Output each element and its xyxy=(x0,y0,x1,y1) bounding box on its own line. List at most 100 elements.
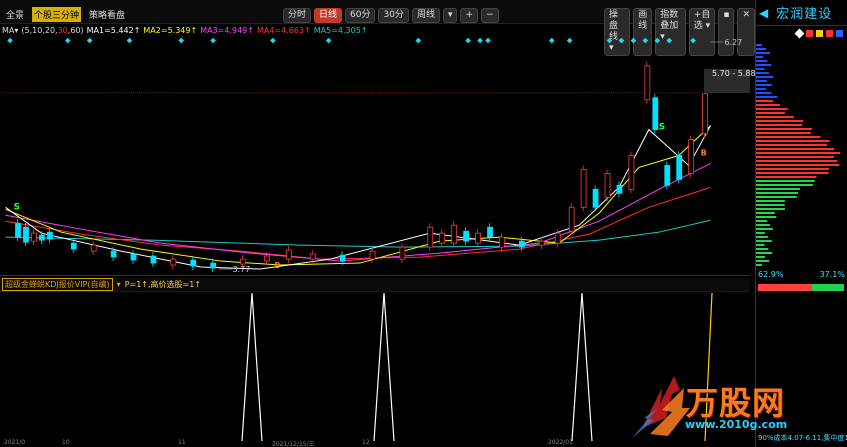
chip-bar xyxy=(756,232,765,234)
period-intraday-button[interactable]: 分时 xyxy=(283,8,312,23)
loss-bar-green xyxy=(812,284,844,291)
period-30min-button[interactable]: 30分 xyxy=(378,8,409,23)
chip-bar xyxy=(756,44,763,46)
sell-signal-right: S xyxy=(659,123,665,133)
ma-params-prefix: (5,10,20, xyxy=(21,26,58,35)
candle-body xyxy=(150,255,157,264)
indicator-values: P=1↑,高价选股=1↑ xyxy=(124,280,202,289)
pencil-icon[interactable] xyxy=(794,28,805,39)
chip-bar xyxy=(756,80,767,82)
tab-overview[interactable]: 全景 xyxy=(4,7,26,22)
chip-bar xyxy=(756,184,813,186)
chip-bar xyxy=(756,48,767,50)
candle-body xyxy=(339,254,346,262)
tab-three-minute[interactable]: 个股三分钟 xyxy=(32,7,82,22)
candle-body xyxy=(592,188,599,208)
chip-bar xyxy=(756,212,775,214)
sell-signal-left: S xyxy=(14,202,20,212)
stock-name: 宏润建设 xyxy=(776,7,833,22)
candle-body xyxy=(499,236,505,248)
chip-bar xyxy=(756,128,812,130)
signal-diamond xyxy=(86,38,93,44)
candle-body xyxy=(15,222,21,238)
red-flag-icon[interactable] xyxy=(806,30,813,37)
candle-body xyxy=(652,97,659,131)
period-daily-button[interactable]: 日线 xyxy=(314,8,343,23)
chip-bar xyxy=(756,96,778,98)
date-axis: 2021/0 10 11 2021/12/15/三 12 2022/01 xyxy=(0,439,750,447)
signal-diamond xyxy=(126,38,133,44)
period-60min-button[interactable]: 60分 xyxy=(345,8,376,23)
indicator-header: 超级金蝉蜕KDJ报价VIP(自编) ▾ P=1↑,高价选股=1↑ xyxy=(0,278,750,291)
zoom-out-button[interactable]: − xyxy=(481,8,499,23)
period-selector: 分时 日线 60分 30分 周线 ▾ + − xyxy=(283,8,499,23)
indicator-name[interactable]: 超级金蝉蜕KDJ报价VIP(自编) xyxy=(2,278,113,291)
signal-diamond xyxy=(325,38,332,44)
chip-bar xyxy=(756,192,799,194)
period-weekly-button[interactable]: 周线 xyxy=(411,8,440,23)
chip-bar xyxy=(756,180,815,182)
chip-bar xyxy=(756,104,780,106)
zoom-in-button[interactable]: + xyxy=(460,8,479,23)
candle-body xyxy=(676,155,683,180)
chip-bar xyxy=(756,120,804,122)
candle-body xyxy=(264,255,270,262)
chip-bar xyxy=(756,172,829,174)
ma5-value: MA5=4.305↑ xyxy=(313,26,368,35)
ma1-value: MA1=5.442↑ xyxy=(86,26,141,35)
chip-bar xyxy=(756,112,785,114)
candle-body xyxy=(688,139,695,174)
tab-strategy[interactable]: 策略看盘 xyxy=(87,7,127,22)
chip-bar xyxy=(756,188,800,190)
chip-bar xyxy=(756,168,829,170)
collapse-arrow-icon[interactable]: ◀ xyxy=(759,6,768,20)
chip-bar xyxy=(756,124,802,126)
candle-body xyxy=(451,224,458,244)
chip-bar xyxy=(756,196,797,198)
candle-body xyxy=(240,258,246,265)
signal-diamond xyxy=(415,38,422,44)
candlestick-chart[interactable]: S S B B 3.77 6.27 xyxy=(0,38,750,276)
chip-bar xyxy=(756,176,817,178)
signal-diamond xyxy=(618,38,625,44)
period-more-icon[interactable]: ▾ xyxy=(442,8,458,23)
high-price-label: 6.27 xyxy=(725,38,743,47)
ma-params: (5,10,20,30,60) xyxy=(21,26,83,38)
candle-body xyxy=(427,226,434,248)
top-toolbar: 全景 个股三分钟 策略看盘 分时 日线 60分 30分 周线 ▾ + − 操盘线… xyxy=(0,0,755,56)
signal-diamond xyxy=(630,38,637,44)
ma-menu[interactable]: MA▾ xyxy=(2,26,18,38)
candle-body xyxy=(568,206,575,232)
signal-diamond xyxy=(7,38,13,44)
chip-bar xyxy=(756,264,763,266)
chip-bar xyxy=(756,64,772,66)
candle-body xyxy=(604,173,611,198)
candle-body xyxy=(170,258,177,266)
ma-params-suffix: ,60) xyxy=(67,26,84,35)
candle-body xyxy=(538,240,545,246)
chip-bar xyxy=(756,228,773,230)
candle-body xyxy=(70,242,77,250)
candle-body xyxy=(39,234,45,241)
yellow-flag-icon[interactable] xyxy=(816,30,823,37)
blue-flag-icon[interactable] xyxy=(836,30,843,37)
signal-diamond xyxy=(477,38,483,44)
date-label-6: 2022/01 xyxy=(548,439,573,446)
chip-bar xyxy=(756,72,769,74)
chip-bar xyxy=(756,76,774,78)
chip-bar xyxy=(756,252,773,254)
indicator-dropdown-icon[interactable]: ▾ xyxy=(117,280,121,289)
chip-bar xyxy=(756,148,835,150)
chip-bar xyxy=(756,220,768,222)
flag-icon[interactable] xyxy=(826,30,833,37)
signal-diamond xyxy=(485,38,491,44)
chip-bar xyxy=(756,208,785,210)
chip-bar xyxy=(756,56,764,58)
date-label-2: 10 xyxy=(62,439,70,446)
chip-bar xyxy=(756,84,772,86)
low-price-label: 3.77 xyxy=(233,265,251,274)
candle-body xyxy=(399,246,406,260)
price-range-label: 5.70 - 5.88 xyxy=(712,69,756,78)
ma-legend: MA▾ (5,10,20,30,60) MA1=5.442↑ MA2=5.349… xyxy=(2,26,422,38)
chip-bar xyxy=(756,200,785,202)
